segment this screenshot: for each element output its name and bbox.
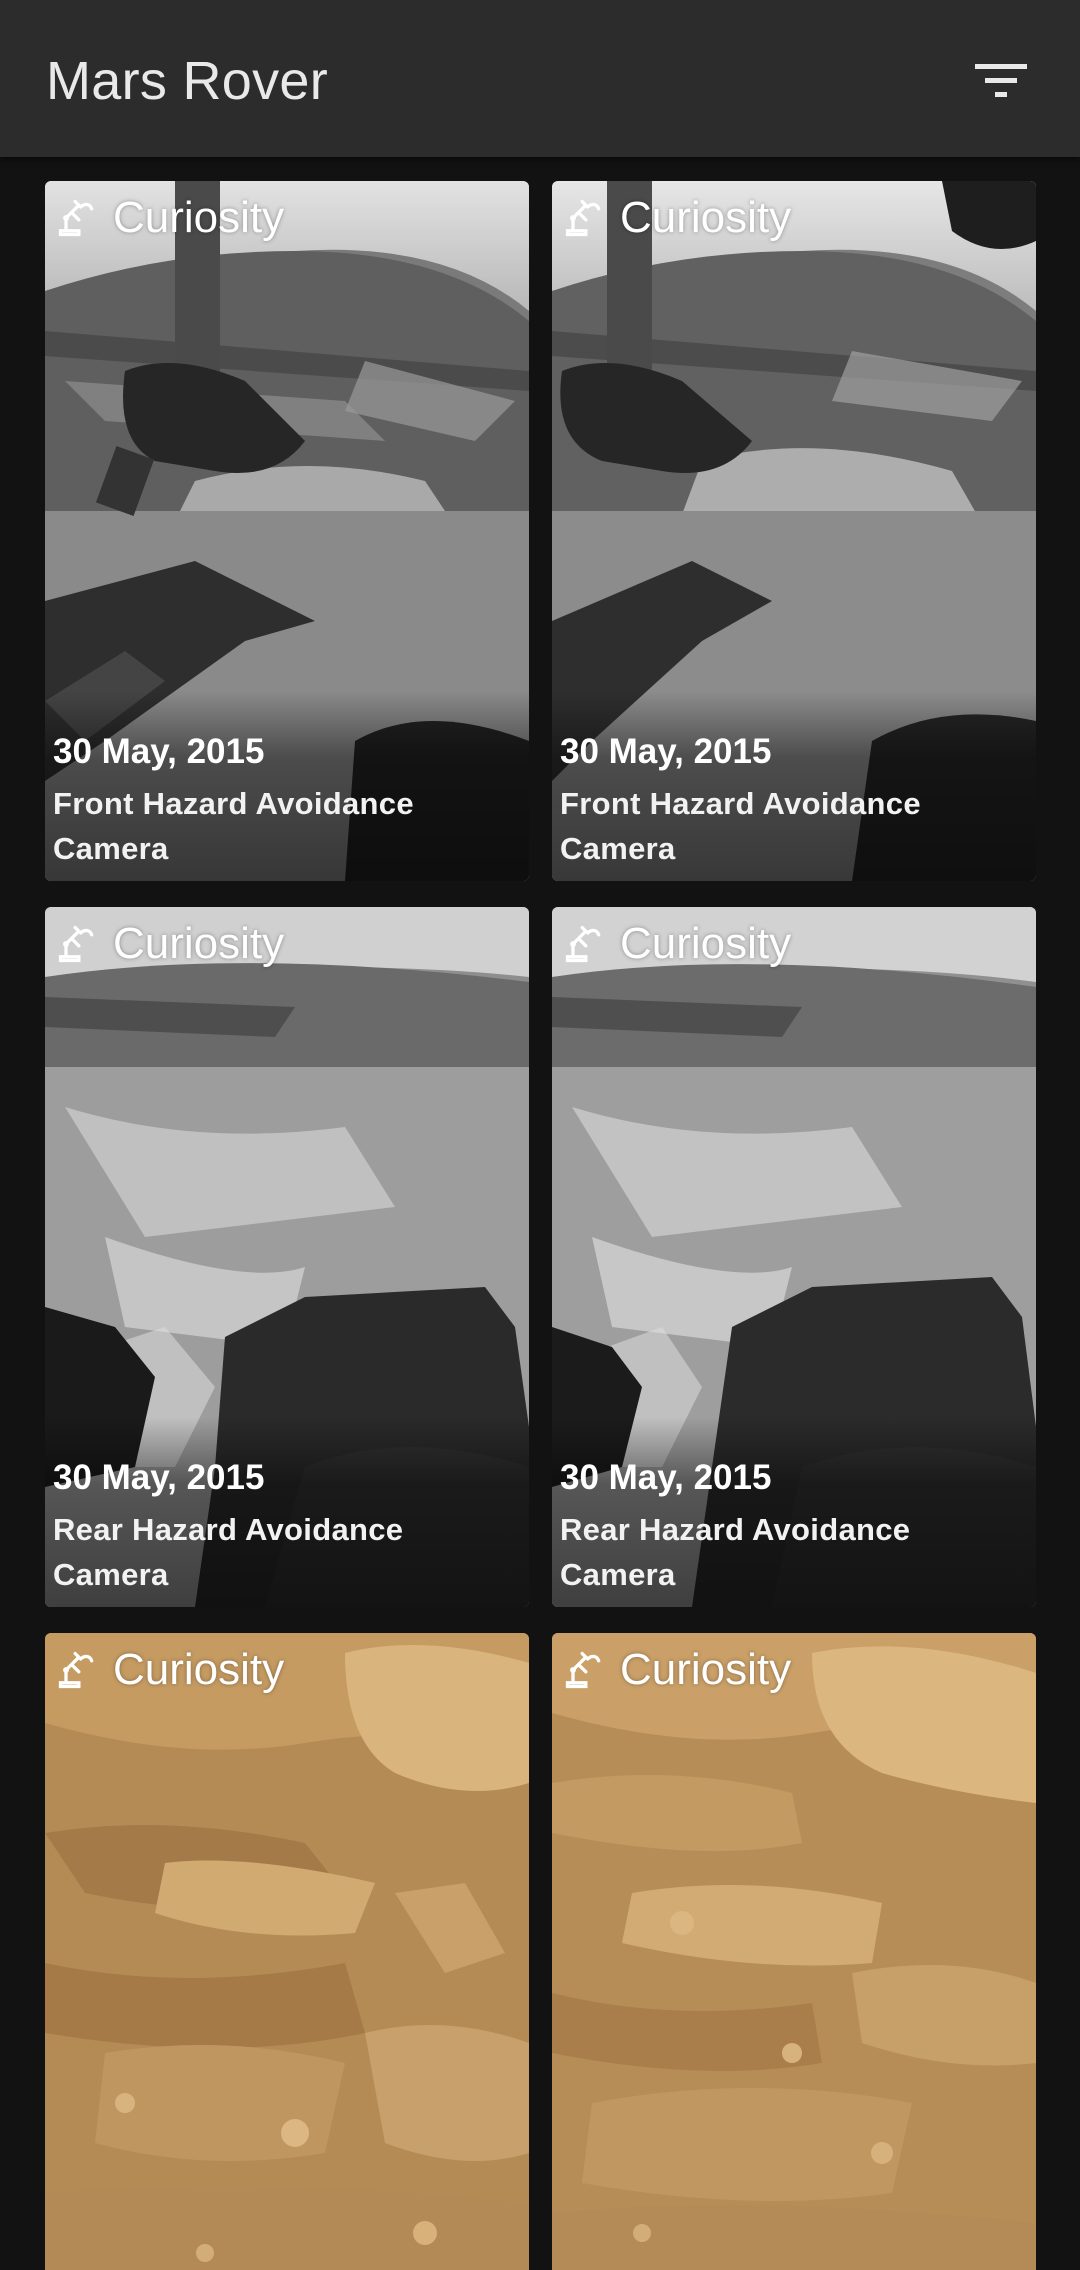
rover-arm-icon — [565, 925, 601, 963]
camera-name: Front Hazard Avoidance Camera — [53, 786, 414, 866]
rover-name: Curiosity — [620, 193, 792, 242]
card-caption: 30 May, 2015 Front Hazard Avoidance Came… — [552, 691, 1036, 881]
card-caption: 30 May, 2015 Rear Hazard Avoidance Camer… — [45, 1417, 529, 1607]
rover-name: Curiosity — [620, 1645, 792, 1694]
rover-arm-icon — [565, 199, 601, 237]
rover-name: Curiosity — [113, 919, 285, 968]
rover-label-row: Curiosity — [562, 1643, 791, 1697]
rover-name: Curiosity — [620, 919, 792, 968]
card-caption: 30 May, 2015 Front Hazard Avoidance Came… — [45, 691, 529, 881]
rover-name: Curiosity — [113, 193, 285, 242]
camera-name: Rear Hazard Avoidance Camera — [560, 1512, 911, 1592]
rover-label-row: Curiosity — [562, 191, 791, 245]
photo-date: 30 May, 2015 — [560, 732, 772, 771]
rover-label-row: Curiosity — [562, 917, 791, 971]
rover-arm-icon — [58, 199, 94, 237]
mars-photo — [45, 1633, 529, 2270]
app-toolbar: Mars Rover — [0, 0, 1080, 157]
mars-photo — [552, 1633, 1036, 2270]
photo-card[interactable]: Curiosity 30 May, 2015 Front Hazard Avoi… — [552, 181, 1036, 881]
rover-name: Curiosity — [113, 1645, 285, 1694]
rover-arm-icon — [58, 925, 94, 963]
photo-card[interactable]: Curiosity 30 May, 2015 Front Hazard Avoi… — [45, 181, 529, 881]
rover-label-row: Curiosity — [55, 191, 284, 245]
photo-card[interactable]: Curiosity 30 May, 2015 Rear Hazard Avoid… — [552, 907, 1036, 1607]
card-caption: 30 May, 2015 Rear Hazard Avoidance Camer… — [552, 1417, 1036, 1607]
camera-name: Rear Hazard Avoidance Camera — [53, 1512, 404, 1592]
photo-card[interactable]: Curiosity — [552, 1633, 1036, 2270]
rover-label-row: Curiosity — [55, 1643, 284, 1697]
photo-card[interactable]: Curiosity — [45, 1633, 529, 2270]
camera-name: Front Hazard Avoidance Camera — [560, 786, 921, 866]
app-root: Mars Rover Curiosity 30 May, 2015 Front … — [0, 0, 1080, 2270]
photo-date: 30 May, 2015 — [53, 1458, 265, 1497]
app-title: Mars Rover — [46, 51, 329, 111]
rover-arm-icon — [565, 1651, 601, 1689]
rover-arm-icon — [58, 1651, 94, 1689]
photo-date: 30 May, 2015 — [560, 1458, 772, 1497]
rover-label-row: Curiosity — [55, 917, 284, 971]
photo-date: 30 May, 2015 — [53, 732, 265, 771]
filter-button[interactable] — [960, 46, 1042, 116]
filter-list-icon — [975, 64, 1027, 97]
photo-card[interactable]: Curiosity 30 May, 2015 Rear Hazard Avoid… — [45, 907, 529, 1607]
photo-grid[interactable]: Curiosity 30 May, 2015 Front Hazard Avoi… — [0, 157, 1080, 2270]
